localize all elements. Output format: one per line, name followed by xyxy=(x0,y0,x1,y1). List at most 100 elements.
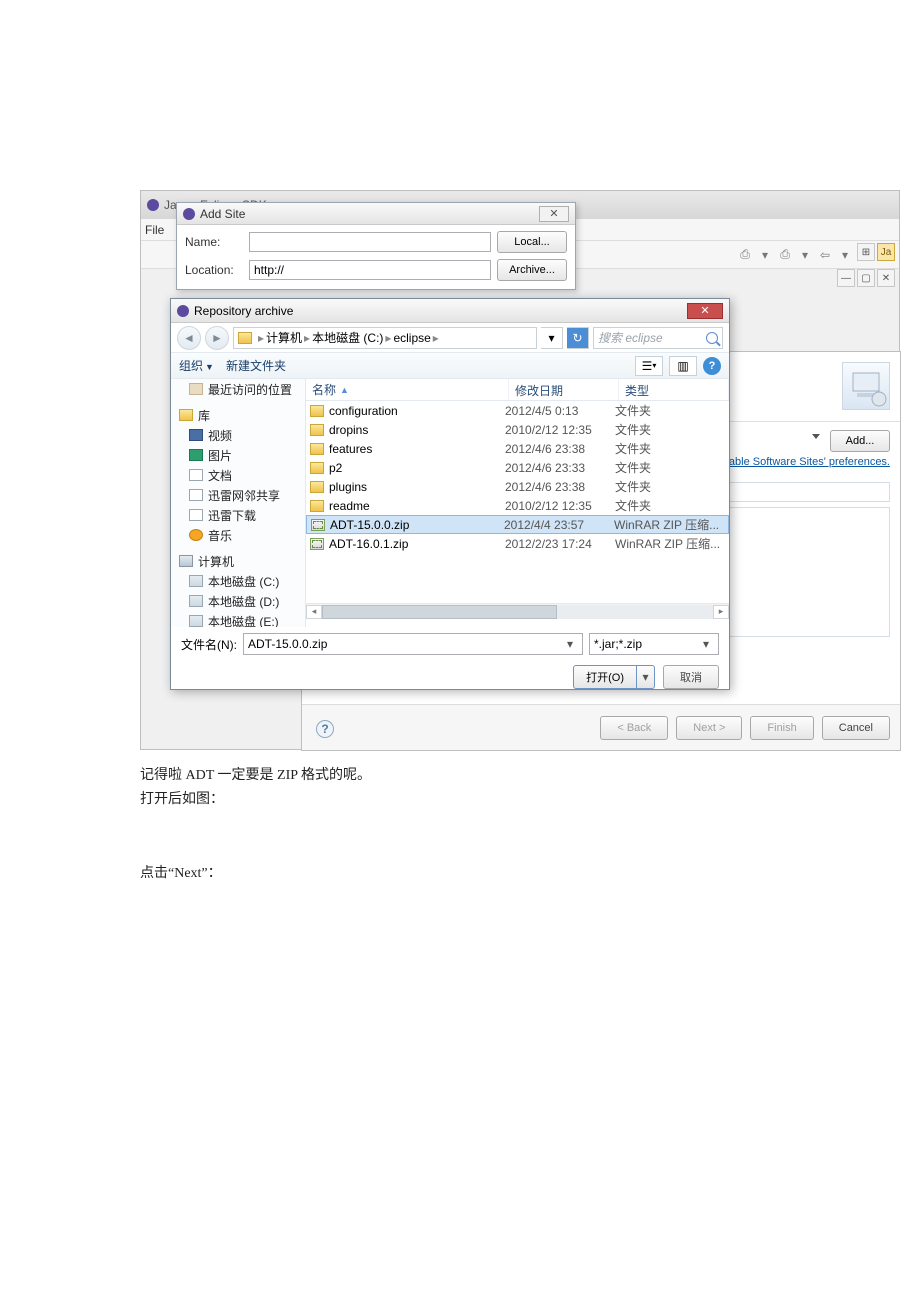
folder-icon xyxy=(238,332,252,344)
scroll-right-icon[interactable]: ▸ xyxy=(713,605,729,619)
perspective-switch-icon[interactable]: ⊞ xyxy=(857,243,875,261)
file-name: dropins xyxy=(329,423,368,437)
add-site-titlebar[interactable]: Add Site ✕ xyxy=(177,203,575,225)
file-list[interactable]: 名称 ▲ 修改日期 类型 configuration2012/4/5 0:13文件… xyxy=(306,379,729,627)
view-min-icon[interactable]: — xyxy=(837,269,855,287)
bc-computer[interactable]: 计算机 xyxy=(266,329,302,346)
chevron-down-icon[interactable]: ▾ xyxy=(562,637,578,651)
folder-icon xyxy=(310,443,324,455)
nav-dd-icon[interactable]: ▾ xyxy=(757,247,773,263)
scroll-left-icon[interactable]: ◂ xyxy=(306,605,322,619)
open-button-main[interactable]: 打开(O) xyxy=(573,665,637,689)
open-button-dropdown-icon[interactable]: ▾ xyxy=(637,665,655,689)
column-headers[interactable]: 名称 ▲ 修改日期 类型 xyxy=(306,379,729,401)
sidebar-item-recent[interactable]: 最近访问的位置 xyxy=(171,379,305,399)
back-button[interactable]: < Back xyxy=(600,716,668,740)
file-row[interactable]: plugins2012/4/6 23:38文件夹 xyxy=(306,477,729,496)
bc-eclipse[interactable]: eclipse xyxy=(393,331,430,345)
file-filter-dropdown[interactable]: *.jar;*.zip ▾ xyxy=(589,633,719,655)
view-max-icon[interactable]: ▢ xyxy=(857,269,875,287)
local-button[interactable]: Local... xyxy=(497,231,567,253)
recent-icon xyxy=(189,383,203,395)
close-icon[interactable]: ✕ xyxy=(539,206,569,222)
nav-pin2-icon[interactable]: ⎙ xyxy=(777,247,793,263)
sidebar-item-docs[interactable]: 文档 xyxy=(171,465,305,485)
view-mode-icon[interactable]: ☰▾ xyxy=(635,356,663,376)
available-sites-link[interactable]: 'ailable Software Sites' preferences. xyxy=(716,456,890,468)
preview-pane-icon[interactable]: ▥ xyxy=(669,356,697,376)
zip-icon xyxy=(310,538,324,550)
music-icon xyxy=(189,529,203,541)
close-icon[interactable]: ✕ xyxy=(687,303,723,319)
sidebar-item-xunlei-dl[interactable]: 迅雷下载 xyxy=(171,505,305,525)
sidebar-item-ddrive[interactable]: 本地磁盘 (D:) xyxy=(171,591,305,611)
file-row[interactable]: p22012/4/6 23:33文件夹 xyxy=(306,458,729,477)
chevron-down-icon[interactable]: ▾ xyxy=(698,637,714,651)
search-input[interactable]: 搜索 eclipse xyxy=(593,327,723,349)
cancel-button[interactable]: Cancel xyxy=(822,716,890,740)
help-icon[interactable]: ? xyxy=(703,357,721,375)
sort-asc-icon: ▲ xyxy=(340,385,349,395)
nav-dd3-icon[interactable]: ▾ xyxy=(837,247,853,263)
sidebar-item-music[interactable]: 音乐 xyxy=(171,525,305,545)
next-button[interactable]: Next > xyxy=(676,716,742,740)
horizontal-scrollbar[interactable]: ◂ ▸ xyxy=(306,603,729,619)
perspective-java-icon[interactable]: Ja xyxy=(877,243,895,261)
eclipse-small-icon xyxy=(183,208,195,220)
finish-button[interactable]: Finish xyxy=(750,716,813,740)
sidebar-item-pictures[interactable]: 图片 xyxy=(171,445,305,465)
file-row[interactable]: ADT-15.0.0.zip2012/4/4 23:57WinRAR ZIP 压… xyxy=(306,515,729,534)
location-input[interactable] xyxy=(249,260,491,280)
name-label: Name: xyxy=(185,235,243,249)
col-date[interactable]: 修改日期 xyxy=(509,379,619,400)
add-site-button[interactable]: Add... xyxy=(830,430,890,452)
file-name: plugins xyxy=(329,480,367,494)
help-icon[interactable]: ? xyxy=(316,720,334,738)
refresh-icon[interactable]: ↻ xyxy=(567,327,589,349)
col-name[interactable]: 名称 xyxy=(312,381,336,398)
doc-line2: 打开后如图： xyxy=(140,788,880,812)
eclipse-small-icon xyxy=(177,305,189,317)
file-row[interactable]: configuration2012/4/5 0:13文件夹 xyxy=(306,401,729,420)
folder-icon xyxy=(310,405,324,417)
open-button[interactable]: 打开(O) ▾ xyxy=(573,665,655,689)
file-row[interactable]: readme2010/2/12 12:35文件夹 xyxy=(306,496,729,515)
organize-menu[interactable]: 组织▼ xyxy=(179,357,214,374)
file-row[interactable]: ADT-16.0.1.zip2012/2/23 17:24WinRAR ZIP … xyxy=(306,534,729,553)
sidebar-item-library[interactable]: 库 xyxy=(171,405,305,425)
sidebar-item-cdrive[interactable]: 本地磁盘 (C:) xyxy=(171,571,305,591)
zip-icon xyxy=(311,519,325,531)
nav-back-button[interactable]: ◄ xyxy=(177,326,201,350)
chooser-titlebar[interactable]: Repository archive ✕ xyxy=(171,299,729,323)
view-close-icon[interactable]: ✕ xyxy=(877,269,895,287)
nav-pin-icon[interactable]: ⎙ xyxy=(737,247,753,263)
chevron-right-icon: ▸ xyxy=(383,331,393,345)
sidebar[interactable]: 最近访问的位置 库 视频 图片 文档 迅雷网邻共享 迅雷下载 音乐 计算机 本地… xyxy=(171,379,306,627)
nav-fwd-button[interactable]: ► xyxy=(205,326,229,350)
file-date: 2012/4/4 23:57 xyxy=(504,518,614,532)
bc-cdrive[interactable]: 本地磁盘 (C:) xyxy=(312,329,383,346)
name-input[interactable] xyxy=(249,232,491,252)
scroll-thumb[interactable] xyxy=(322,605,557,619)
nav-back-icon[interactable]: ⇦ xyxy=(817,247,833,263)
breadcrumb-path[interactable]: ▸ 计算机 ▸ 本地磁盘 (C:) ▸ eclipse ▸ xyxy=(233,327,537,349)
archive-button[interactable]: Archive... xyxy=(497,259,567,281)
file-name: readme xyxy=(329,499,370,513)
sidebar-item-video[interactable]: 视频 xyxy=(171,425,305,445)
sidebar-item-computer[interactable]: 计算机 xyxy=(171,551,305,571)
menu-file[interactable]: File xyxy=(145,223,164,237)
new-folder-button[interactable]: 新建文件夹 xyxy=(226,357,286,374)
work-with-dropdown-icon[interactable] xyxy=(812,434,820,439)
file-row[interactable]: features2012/4/6 23:38文件夹 xyxy=(306,439,729,458)
sidebar-item-edrive[interactable]: 本地磁盘 (E:) xyxy=(171,611,305,627)
file-name: ADT-16.0.1.zip xyxy=(329,537,408,551)
col-type[interactable]: 类型 xyxy=(619,379,729,400)
sidebar-item-xunlei-share[interactable]: 迅雷网邻共享 xyxy=(171,485,305,505)
file-row[interactable]: dropins2010/2/12 12:35文件夹 xyxy=(306,420,729,439)
breadcrumb-dropdown-icon[interactable]: ▾ xyxy=(541,327,563,349)
cancel-button[interactable]: 取消 xyxy=(663,665,719,689)
filename-input[interactable]: ADT-15.0.0.zip ▾ xyxy=(243,633,583,655)
folder-icon xyxy=(310,424,324,436)
add-site-title: Add Site xyxy=(200,207,245,221)
nav-dd2-icon[interactable]: ▾ xyxy=(797,247,813,263)
